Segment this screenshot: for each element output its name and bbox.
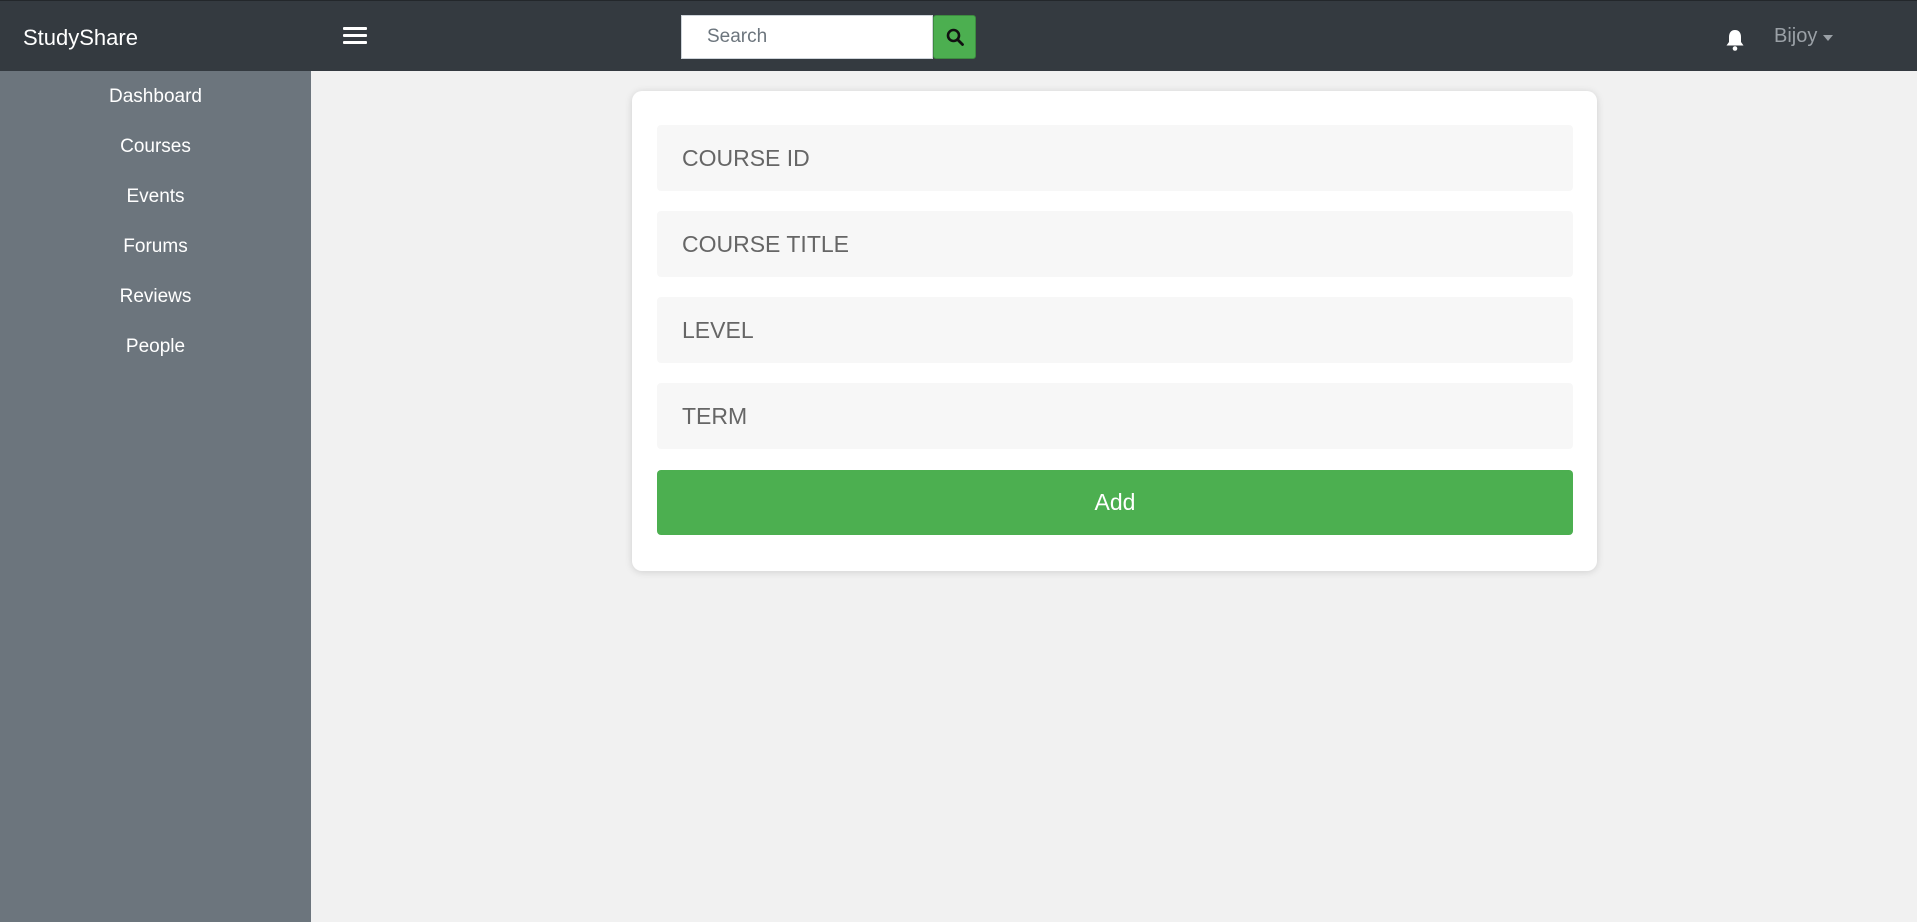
bell-icon: [1726, 30, 1744, 51]
search-icon: [946, 28, 964, 46]
sidebar: Dashboard Courses Events Forums Reviews …: [0, 71, 311, 922]
sidebar-item-dashboard[interactable]: Dashboard: [0, 84, 311, 134]
user-name: Bijoy: [1774, 25, 1818, 47]
hamburger-menu-icon[interactable]: [343, 27, 367, 45]
sidebar-item-forums[interactable]: Forums: [0, 234, 311, 284]
course-id-field[interactable]: [657, 125, 1573, 191]
search-input[interactable]: [681, 15, 933, 59]
search-button[interactable]: [933, 15, 976, 59]
sidebar-item-people[interactable]: People: [0, 334, 311, 384]
sidebar-item-courses[interactable]: Courses: [0, 134, 311, 184]
user-dropdown[interactable]: Bijoy: [1774, 25, 1834, 48]
brand-logo[interactable]: StudyShare: [23, 25, 138, 51]
sidebar-item-events[interactable]: Events: [0, 184, 311, 234]
add-course-form: Add: [632, 91, 1597, 571]
caret-down-icon: [1823, 34, 1834, 41]
term-field[interactable]: [657, 383, 1573, 449]
sidebar-item-reviews[interactable]: Reviews: [0, 284, 311, 334]
add-course-button[interactable]: Add: [657, 470, 1573, 535]
course-title-field[interactable]: [657, 211, 1573, 277]
notifications-button[interactable]: [1724, 28, 1746, 52]
level-field[interactable]: [657, 297, 1573, 363]
top-navbar: StudyShare Bijoy: [0, 0, 1917, 71]
